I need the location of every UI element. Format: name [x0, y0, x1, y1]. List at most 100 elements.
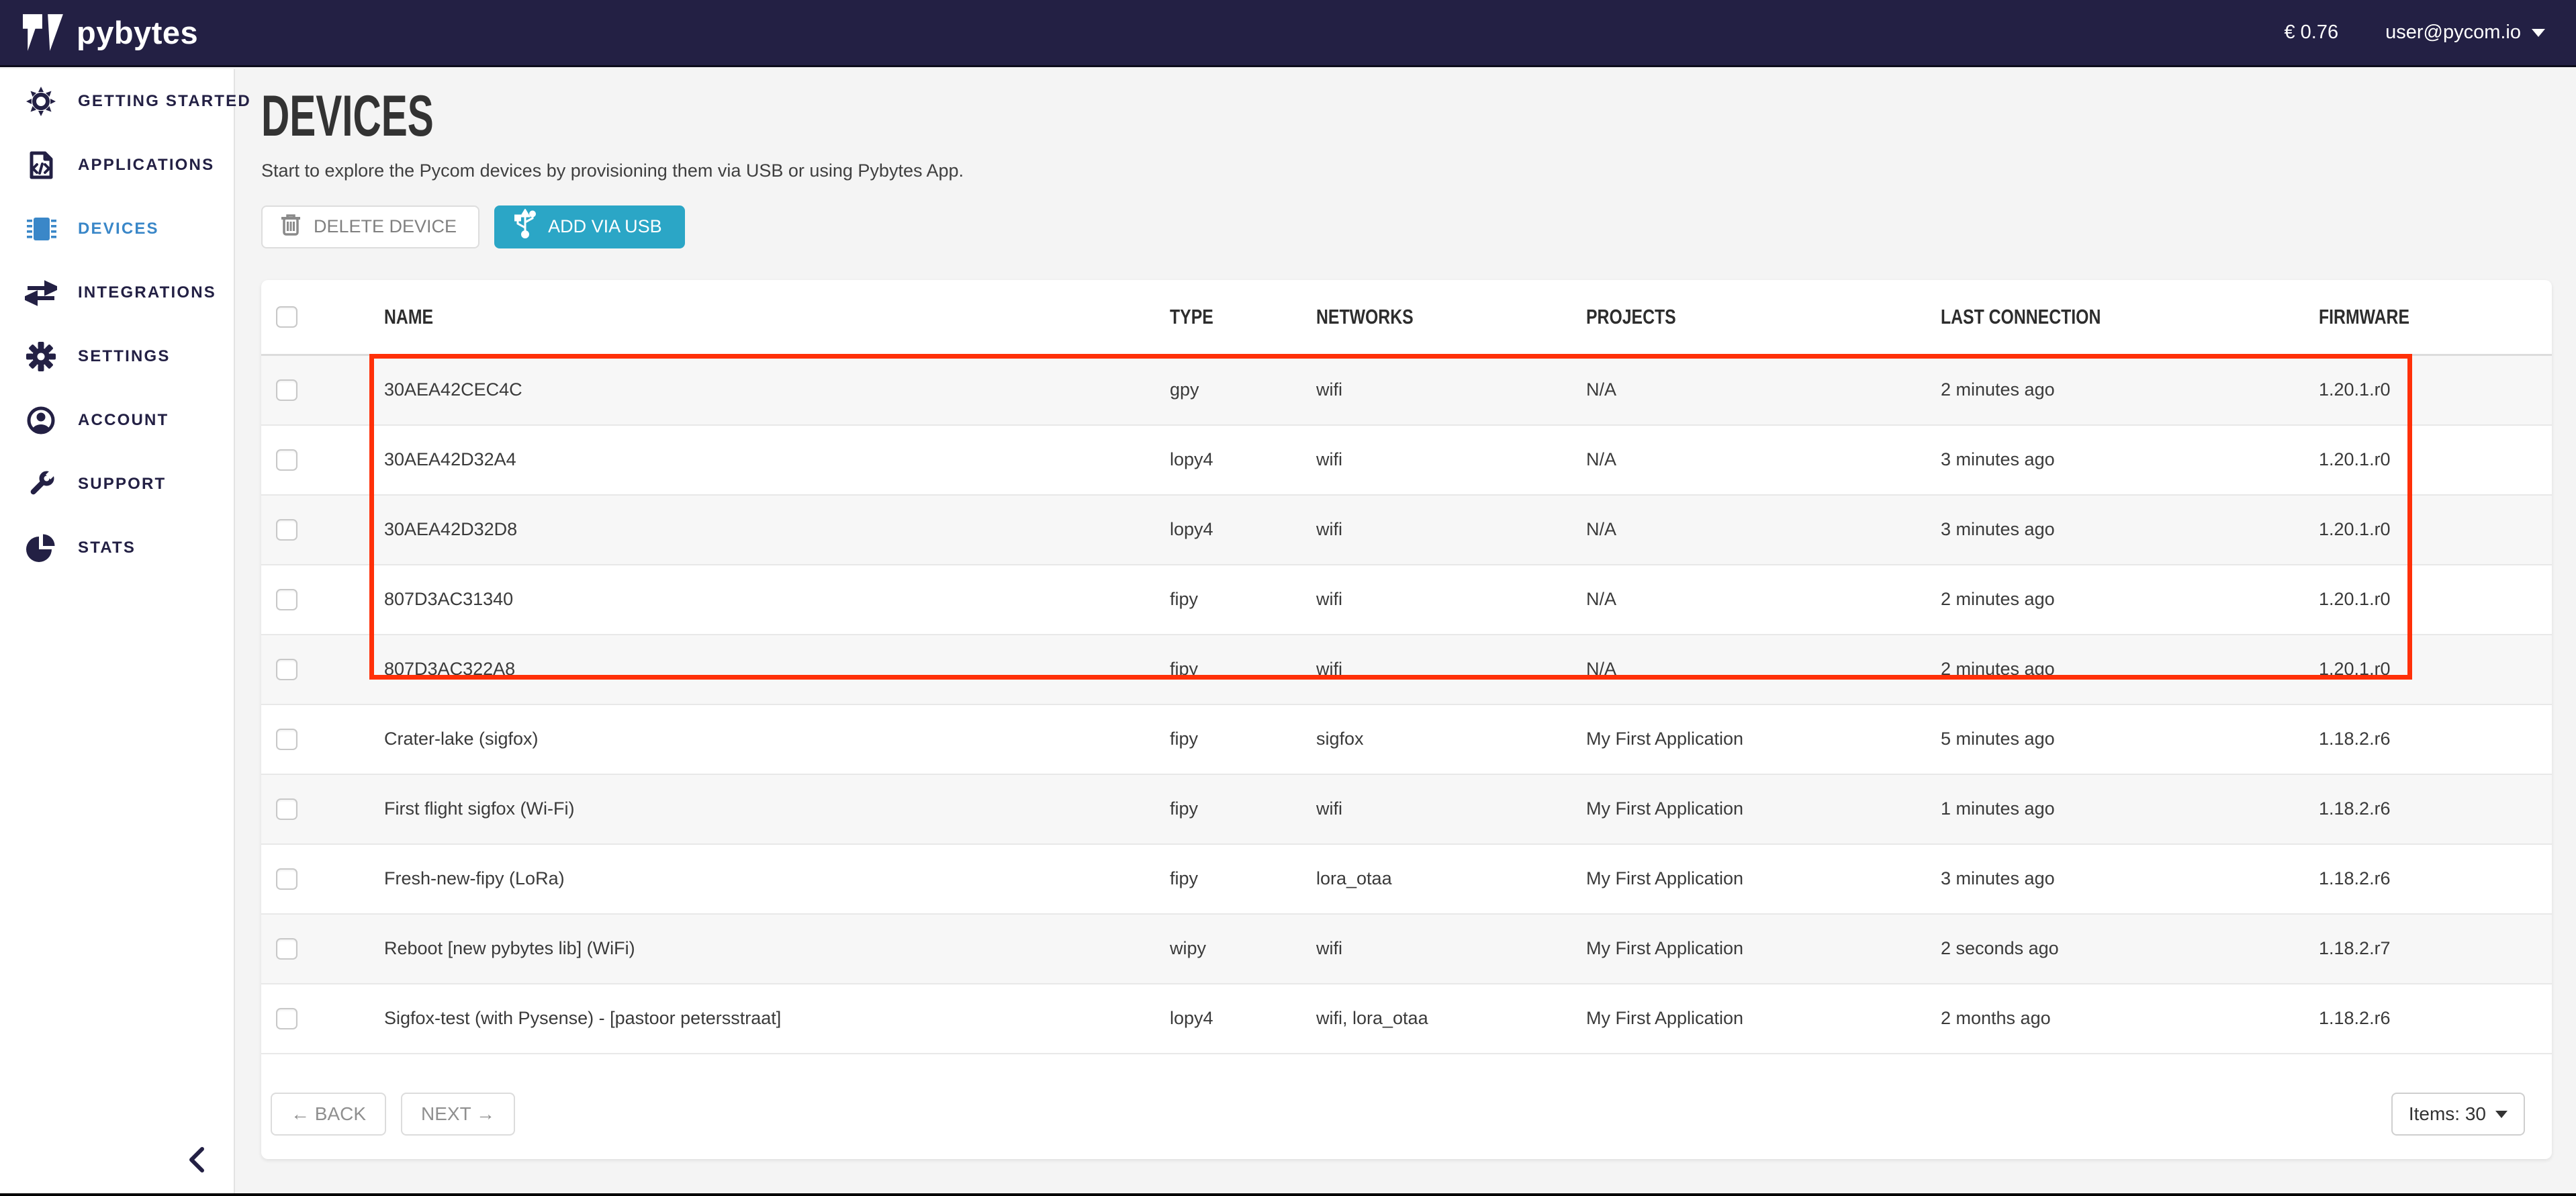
wrench-icon [24, 467, 58, 501]
column-header-type: TYPE [1170, 305, 1316, 329]
table-row[interactable]: 30AEA42CEC4C gpy wifi N/A 2 minutes ago … [261, 356, 2552, 426]
sidebar-item-integrations[interactable]: INTEGRATIONS [0, 261, 234, 324]
row-checkbox[interactable] [276, 729, 297, 750]
collapse-sidebar-icon[interactable] [181, 1145, 211, 1175]
sun-icon [24, 85, 58, 118]
table-body: 30AEA42CEC4C gpy wifi N/A 2 minutes ago … [261, 356, 2552, 1054]
row-checkbox[interactable] [276, 1008, 297, 1029]
cell-projects: My First Application [1586, 1008, 1941, 1029]
user-menu[interactable]: user@pycom.io [2385, 21, 2545, 44]
page-subtitle: Start to explore the Pycom devices by pr… [261, 160, 2550, 181]
cell-firmware: 1.20.1.r0 [2319, 449, 2552, 470]
cell-device-name: Crater-lake (sigfox) [384, 729, 1170, 749]
delete-device-label: DELETE DEVICE [314, 216, 457, 237]
delete-device-button[interactable]: DELETE DEVICE [261, 205, 479, 248]
table-header: NAME TYPE NETWORKS PROJECTS LAST CONNECT… [261, 280, 2552, 356]
cell-firmware: 1.20.1.r0 [2319, 589, 2552, 610]
sidebar-item-label: SUPPORT [78, 475, 166, 494]
cell-device-name: Reboot [new pybytes lib] (WiFi) [384, 938, 1170, 959]
row-checkbox[interactable] [276, 868, 297, 890]
cell-projects: N/A [1586, 449, 1941, 470]
sidebar-item-applications[interactable]: APPLICATIONS [0, 133, 234, 197]
sidebar-item-account[interactable]: ACCOUNT [0, 388, 234, 452]
table-row[interactable]: Reboot [new pybytes lib] (WiFi) wipy wif… [261, 915, 2552, 984]
cell-device-type: fipy [1170, 659, 1316, 680]
cell-firmware: 1.18.2.r6 [2319, 729, 2552, 749]
cell-firmware: 1.20.1.r0 [2319, 659, 2552, 680]
table-row[interactable]: 807D3AC31340 fipy wifi N/A 2 minutes ago… [261, 565, 2552, 635]
select-all-checkbox[interactable] [276, 306, 297, 328]
cell-device-name: First flight sigfox (Wi-Fi) [384, 798, 1170, 819]
sidebar-item-label: APPLICATIONS [78, 156, 214, 175]
row-checkbox[interactable] [276, 379, 297, 401]
cell-networks: wifi, lora_otaa [1316, 1008, 1586, 1029]
cell-last-connection: 5 minutes ago [1941, 729, 2319, 749]
gear-icon [24, 340, 58, 373]
trash-icon [280, 212, 302, 241]
cell-firmware: 1.20.1.r0 [2319, 519, 2552, 540]
items-per-page-dropdown[interactable]: Items: 30 [2391, 1093, 2525, 1136]
cell-projects: My First Application [1586, 798, 1941, 819]
cell-last-connection: 2 minutes ago [1941, 379, 2319, 400]
cell-device-type: lopy4 [1170, 1008, 1316, 1029]
cell-device-name: 30AEA42D32A4 [384, 449, 1170, 470]
column-header-firmware: FIRMWARE [2319, 305, 2552, 329]
table-row[interactable]: Fresh-new-fipy (LoRa) fipy lora_otaa My … [261, 845, 2552, 915]
sidebar-item-devices[interactable]: DEVICES [0, 197, 234, 261]
cell-networks: lora_otaa [1316, 868, 1586, 889]
chevron-down-icon [2495, 1111, 2508, 1118]
cell-projects: N/A [1586, 659, 1941, 680]
row-checkbox[interactable] [276, 798, 297, 820]
cell-device-type: fipy [1170, 729, 1316, 749]
cell-device-name: 30AEA42D32D8 [384, 519, 1170, 540]
cell-networks: wifi [1316, 938, 1586, 959]
sidebar-item-label: DEVICES [78, 220, 159, 238]
sidebar-item-support[interactable]: SUPPORT [0, 452, 234, 516]
table-row[interactable]: Sigfox-test (with Pysense) - [pastoor pe… [261, 984, 2552, 1054]
sidebar-item-label: ACCOUNT [78, 411, 169, 430]
topbar-right: € 0.76 user@pycom.io [2284, 21, 2545, 44]
sidebar-item-settings[interactable]: SETTINGS [0, 324, 234, 388]
cell-projects: N/A [1586, 589, 1941, 610]
sidebar-item-getting-started[interactable]: GETTING STARTED [0, 69, 234, 133]
cell-firmware: 1.20.1.r0 [2319, 379, 2552, 400]
row-checkbox[interactable] [276, 659, 297, 680]
sidebar: GETTING STARTED APPLICATIONS [0, 69, 235, 1193]
cell-firmware: 1.18.2.r6 [2319, 868, 2552, 889]
row-checkbox[interactable] [276, 938, 297, 960]
row-checkbox[interactable] [276, 449, 297, 471]
table-row[interactable]: First flight sigfox (Wi-Fi) fipy wifi My… [261, 775, 2552, 845]
table-row[interactable]: 807D3AC322A8 fipy wifi N/A 2 minutes ago… [261, 635, 2552, 705]
sidebar-item-stats[interactable]: STATS [0, 516, 234, 580]
table-row[interactable]: 30AEA42D32A4 lopy4 wifi N/A 3 minutes ag… [261, 426, 2552, 496]
column-header-networks: NETWORKS [1316, 305, 1586, 329]
column-header-name: NAME [384, 305, 1170, 329]
cell-last-connection: 3 minutes ago [1941, 868, 2319, 889]
pycom-logo-mark-icon [23, 14, 66, 52]
chip-icon [24, 212, 58, 246]
cell-projects: My First Application [1586, 938, 1941, 959]
sidebar-item-label: SETTINGS [78, 347, 171, 366]
row-checkbox[interactable] [276, 589, 297, 610]
cell-projects: My First Application [1586, 868, 1941, 889]
table-row[interactable]: 30AEA42D32D8 lopy4 wifi N/A 3 minutes ag… [261, 496, 2552, 565]
main-content: DEVICES Start to explore the Pycom devic… [236, 69, 2576, 1193]
cell-device-type: fipy [1170, 589, 1316, 610]
pybytes-logo[interactable]: pybytes [23, 14, 198, 52]
account-balance: € 0.76 [2284, 21, 2338, 44]
pie-chart-icon [24, 531, 58, 565]
table-row[interactable]: Crater-lake (sigfox) fipy sigfox My Firs… [261, 705, 2552, 775]
cell-device-name: 807D3AC31340 [384, 589, 1170, 610]
row-checkbox[interactable] [276, 519, 297, 541]
cell-last-connection: 2 months ago [1941, 1008, 2319, 1029]
add-via-usb-button[interactable]: ADD VIA USB [494, 205, 685, 248]
cell-projects: N/A [1586, 379, 1941, 400]
user-email: user@pycom.io [2385, 21, 2521, 44]
usb-icon [512, 209, 539, 244]
next-button[interactable]: NEXT → [401, 1093, 515, 1136]
pagination: ← BACK NEXT → Items: 30 [261, 1054, 2552, 1175]
cell-firmware: 1.18.2.r6 [2319, 1008, 2552, 1029]
cell-firmware: 1.18.2.r6 [2319, 798, 2552, 819]
back-button[interactable]: ← BACK [271, 1093, 386, 1136]
cell-firmware: 1.18.2.r7 [2319, 938, 2552, 959]
